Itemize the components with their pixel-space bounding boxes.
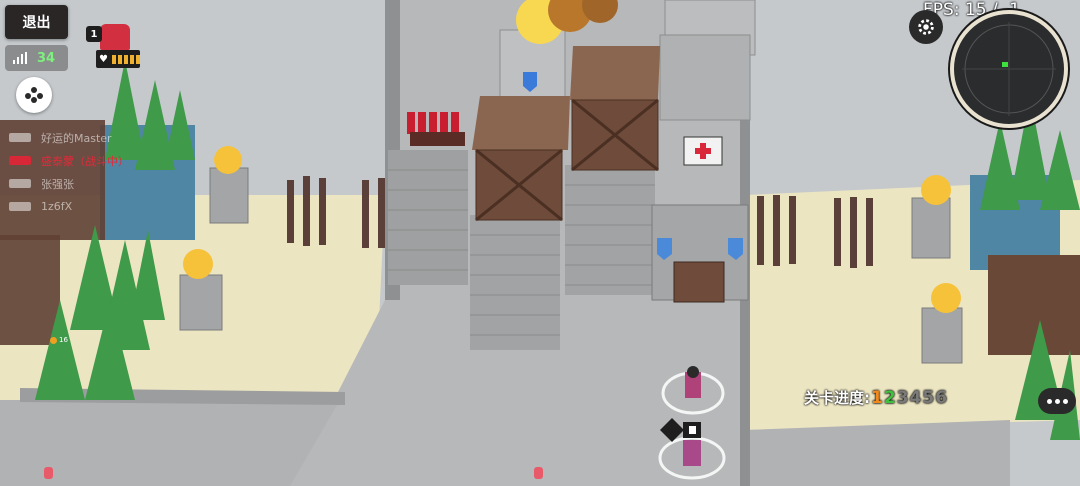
player-row: 好运的Master bbox=[5, 126, 188, 149]
coin-icon bbox=[50, 336, 57, 344]
level-progress-label: 关卡进度: bbox=[804, 389, 870, 407]
stage-number: 3 bbox=[896, 387, 909, 408]
wooden-palisade-left bbox=[0, 235, 60, 345]
medkit-cross-h bbox=[695, 148, 711, 154]
paw-glyph bbox=[25, 87, 43, 103]
player-row-self: 盛泰蒙（战斗中） bbox=[5, 149, 188, 172]
player-tag bbox=[9, 179, 31, 188]
chat-dot bbox=[1054, 398, 1060, 404]
gear-icon bbox=[918, 19, 934, 35]
player-row: 张强张 bbox=[5, 172, 188, 195]
stage-number: 2 bbox=[883, 387, 896, 408]
stage-number: 5 bbox=[922, 387, 935, 408]
player-list: 好运的Master 盛泰蒙（战斗中） 张强张 1z6fX bbox=[5, 126, 188, 218]
minimap[interactable] bbox=[950, 10, 1068, 128]
paw-icon[interactable] bbox=[16, 77, 52, 113]
settings-button[interactable] bbox=[909, 10, 943, 44]
minimap-view bbox=[962, 22, 1056, 116]
wooden-crate-left bbox=[472, 96, 570, 222]
health-icon: ♥ bbox=[99, 53, 108, 65]
player-level-badge: 1 bbox=[86, 26, 102, 42]
right-wall-segment bbox=[659, 34, 751, 121]
stage-number: 1 bbox=[871, 387, 883, 408]
player-tag bbox=[9, 156, 31, 165]
chat-button[interactable] bbox=[1038, 388, 1076, 414]
player-name: 盛泰蒙（战斗中） bbox=[41, 154, 129, 168]
wooden-crate-right bbox=[570, 46, 660, 172]
stage-number: 6 bbox=[935, 387, 948, 408]
chat-dot bbox=[1062, 398, 1068, 404]
player-avatar bbox=[100, 24, 130, 50]
player-health-bar: ♥ bbox=[96, 50, 140, 68]
player-name: 好运的Master bbox=[41, 131, 112, 145]
stone-walkway-right bbox=[745, 420, 1010, 486]
exit-button[interactable]: 退出 bbox=[5, 5, 68, 39]
player-row: 1z6fX bbox=[5, 195, 188, 218]
player-tag bbox=[9, 202, 31, 211]
player-name: 张强张 bbox=[41, 177, 74, 191]
chat-dot bbox=[1046, 398, 1052, 404]
minimap-player-marker bbox=[1002, 62, 1008, 67]
coin-marker: 16 bbox=[50, 336, 68, 344]
player-tag bbox=[9, 133, 31, 142]
ping-value: 34 bbox=[37, 50, 56, 66]
level-progress: 关卡进度: 1 2 3 4 5 6 bbox=[804, 387, 947, 408]
wooden-fort-right bbox=[988, 255, 1080, 355]
signal-bars-icon bbox=[13, 52, 27, 64]
player-name: 1z6fX bbox=[41, 200, 73, 213]
stage-number: 4 bbox=[909, 387, 922, 408]
gate-door[interactable] bbox=[673, 261, 725, 303]
player-status: 1 ♥ bbox=[86, 22, 144, 74]
network-ping: 34 bbox=[5, 45, 68, 71]
game-scene[interactable] bbox=[0, 0, 1080, 486]
coin-count: 16 bbox=[59, 336, 68, 344]
